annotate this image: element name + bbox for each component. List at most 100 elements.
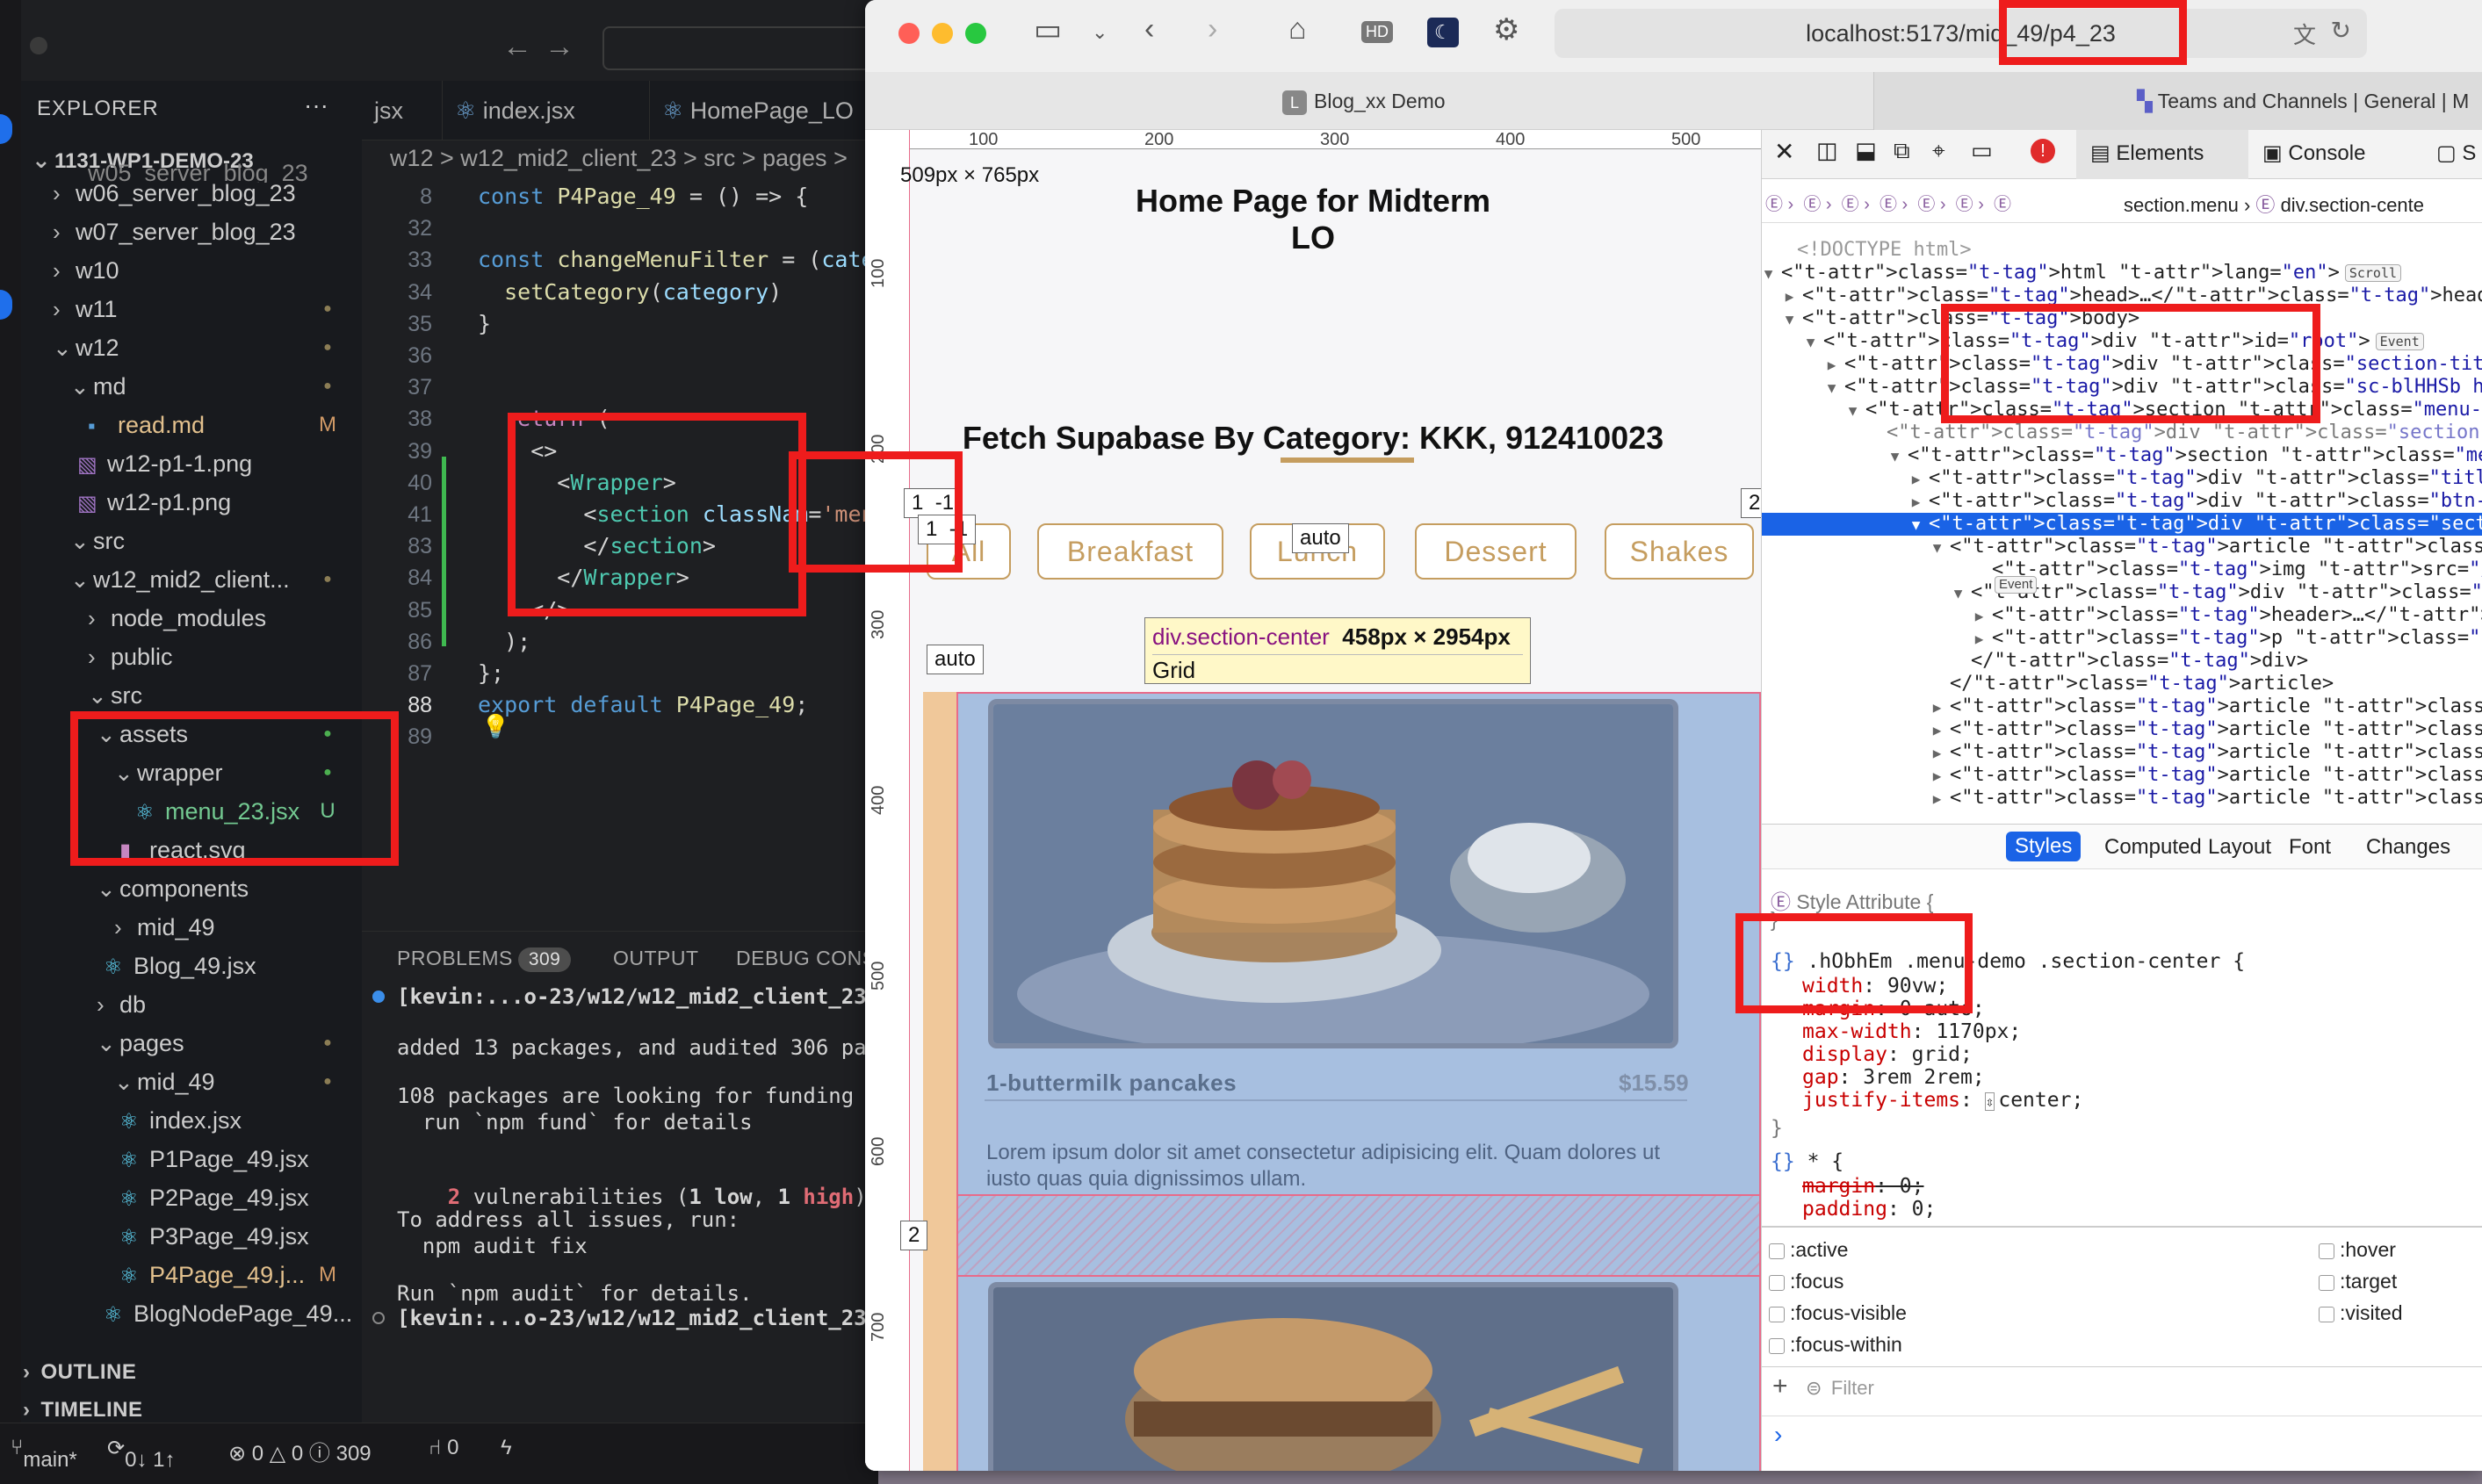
tree-item[interactable]: ⌄ md [70,369,126,404]
dom-node[interactable]: ▶ <"t-attr">class="t-tag">article "t-att… [1762,718,2482,741]
pseudo-class-checkbox[interactable]: :focus-within [1769,1333,1902,1357]
back-arrow-icon[interactable]: ‹ [1144,12,1154,47]
dom-node[interactable]: ▶ <"t-attr">class="t-tag">div "t-attr">c… [1762,467,2482,490]
editor-breadcrumb[interactable]: w12 > w12_mid2_client_23 > src > pages > [390,145,848,172]
dom-node[interactable]: ▶ <"t-attr">class="t-tag">article "t-att… [1762,787,2482,810]
justify-items-icon[interactable]: ⇳ [1984,1092,1995,1111]
tab-blog-demo[interactable]: L Blog_xx Demo [1282,72,1446,130]
dom-node-selected[interactable]: ▼ <"t-attr">class="t-tag">div "t-attr">c… [1762,513,2482,536]
tree-item[interactable]: ⌄ mid_49 [114,1064,215,1099]
styles-filter-input[interactable]: ⊜ Filter [1806,1377,2473,1407]
branch-indicator[interactable]: ⑂ main* [11,1436,77,1472]
code-line[interactable]: const P4Page_49 = () => { [478,181,808,213]
css-property[interactable]: padding: 0; [1802,1198,1936,1221]
node-badge[interactable]: Event [1995,576,2038,594]
dom-node[interactable]: <"t-attr">class="t-tag">img "t-attr">src… [1762,558,2482,581]
breadcrumb-section-menu[interactable]: section.menu › Ⓔ div.section-cente [2124,190,2424,218]
tree-item[interactable]: ⌄ w12 [53,330,119,365]
dom-node[interactable]: ▶ <"t-attr">class="t-tag">div "t-attr">c… [1762,490,2482,513]
pseudo-class-checkbox[interactable]: :focus-visible [1769,1301,1907,1325]
tab-jsx[interactable]: jsx [362,81,443,140]
pseudo-class-checkbox[interactable]: :hover [2319,1238,2396,1262]
tab-layout[interactable]: Layout [2208,835,2271,860]
tab-homepage[interactable]: ⚛ HomePage_LO [650,81,878,140]
tab-index-jsx[interactable]: ⚛ index.jsx [443,81,650,140]
code-line[interactable]: }; [478,658,504,689]
tab-debug-console[interactable]: DEBUG CONS [736,947,877,970]
add-rule-icon[interactable]: + [1772,1372,1788,1401]
tree-item[interactable]: ⚛ Blog_49.jsx [104,948,256,983]
code-line[interactable]: const changeMenuFilter = (categ [478,244,888,276]
tab-styles[interactable]: Styles [2006,832,2082,861]
css-property[interactable]: display: grid; [1802,1043,1973,1066]
tree-item[interactable]: ⚛ P2Page_49.jsx [119,1180,309,1215]
terminal-prompt[interactable]: [kevin:...o-23/w12/w12_mid2_client_23] [397,1305,879,1331]
tree-item[interactable]: › db [97,987,146,1022]
tree-item[interactable]: ⚛ index.jsx [119,1103,242,1138]
forward-arrow-icon[interactable]: › [1208,12,1217,47]
style-attribute-rule[interactable]: Ⓔ Style Attribute { [1771,885,1933,915]
reload-icon[interactable]: ↻ [2331,16,2351,45]
hd-extension-icon[interactable]: HD [1361,21,1393,43]
tree-item[interactable]: ⌄ w12_mid2_client... [70,562,290,597]
lightning-icon[interactable]: ϟ [501,1436,512,1460]
tab-output[interactable]: OUTPUT [613,947,699,970]
dock-bottom-icon[interactable]: ⬓ [1855,137,1877,164]
zoom-window-button[interactable] [965,23,986,44]
tab-elements[interactable]: ▤ Elements [2090,140,2204,166]
tree-item[interactable]: › w10 [53,253,119,288]
css-property[interactable]: margin: 0; [1802,1175,1923,1198]
tab-teams[interactable]: ▚ Teams and Channels | General | M [2137,72,2469,130]
tree-item[interactable]: ▧ w12-p1-1.png [77,446,252,481]
dom-node[interactable]: ▶ <"t-attr">class="t-tag">header>…</"t-a… [1762,604,2482,627]
dom-node[interactable]: ▼ <"t-attr">class="t-tag">div "t-attr">c… [1762,581,2482,604]
address-bar[interactable]: localhost:5173/mid_49/p4_23 文 ↻ [1555,9,2367,58]
tree-item[interactable]: › public [88,639,173,674]
activity-explorer-icon[interactable] [0,114,12,144]
tree-item[interactable]: ▧ w12-p1.png [77,485,231,520]
element-picker-icon[interactable]: ⌖ [1932,137,1945,165]
tree-item[interactable]: ⚛ BlogNodePage_49... [104,1296,352,1331]
code-line[interactable]: export default P4Page_49; [478,689,808,721]
pseudo-class-checkbox[interactable]: :focus [1769,1270,1843,1293]
translate-icon[interactable]: 文 [2293,18,2316,50]
outline-section[interactable]: › OUTLINE [23,1355,136,1390]
dom-node[interactable]: ▶ <"t-attr">class="t-tag">article "t-att… [1762,741,2482,764]
tree-item[interactable]: ⌄ src [88,678,142,713]
dom-node[interactable]: ▼ <"t-attr">class="t-tag">html "t-attr">… [1762,262,2402,285]
node-badge[interactable]: Scroll [2344,264,2402,282]
tree-item[interactable]: › node_modules [88,601,266,636]
detach-icon[interactable]: ⧉ [1894,137,1910,165]
lightbulb-icon[interactable]: 💡 [481,713,509,740]
category-shakes-button[interactable]: Shakes [1605,523,1754,580]
sync-indicator[interactable]: ⟳ 0↓ 1↑ [107,1436,175,1472]
dock-left-icon[interactable]: ◫ [1816,137,1838,164]
dom-node[interactable]: ▶ <"t-attr">class="t-tag">article "t-att… [1762,764,2482,787]
chevron-down-icon[interactable]: ⌄ [1092,21,1108,44]
error-indicator-icon[interactable]: ! [2031,139,2055,163]
problems-indicator[interactable]: ⊗ 0 △ 0 ⓘ 309 [228,1436,372,1466]
command-search-input[interactable] [602,26,884,70]
tab-changes[interactable]: Changes [2366,835,2450,860]
dom-node[interactable]: <!DOCTYPE html> [1762,239,1972,262]
tree-item[interactable]: › w11 [53,292,118,327]
css-property[interactable]: justify-items: ⇳ center; [1802,1089,2083,1113]
code-line[interactable]: setCategory(category) [478,277,782,308]
code-line[interactable]: ); [478,626,530,658]
tree-item[interactable]: › w07_server_blog_23 [53,214,296,249]
pseudo-class-checkbox[interactable]: :visited [2319,1301,2403,1325]
activity-indicator-icon[interactable] [0,290,12,320]
tree-item[interactable]: › w06_server_blog_23 [53,176,296,211]
sidebar-toggle-icon[interactable]: ▭ [1034,12,1062,47]
home-icon[interactable]: ⌂ [1288,12,1307,47]
tree-item[interactable]: › mid_49 [114,910,215,945]
dom-node[interactable]: ▶ <"t-attr">class="t-tag">article "t-att… [1762,695,2482,718]
node-badge[interactable]: Event [2375,333,2424,350]
tree-item[interactable]: ⌄ pages [97,1026,184,1061]
explorer-more-icon[interactable]: ··· [304,91,328,119]
tree-item[interactable]: ⌄ components [97,871,249,906]
device-icon[interactable]: ▭ [1971,137,1993,164]
tab-problems[interactable]: PROBLEMS 309 [397,947,572,972]
close-window-button[interactable] [898,23,920,44]
tree-item[interactable]: ⚛ P4Page_49.j... [119,1257,305,1293]
